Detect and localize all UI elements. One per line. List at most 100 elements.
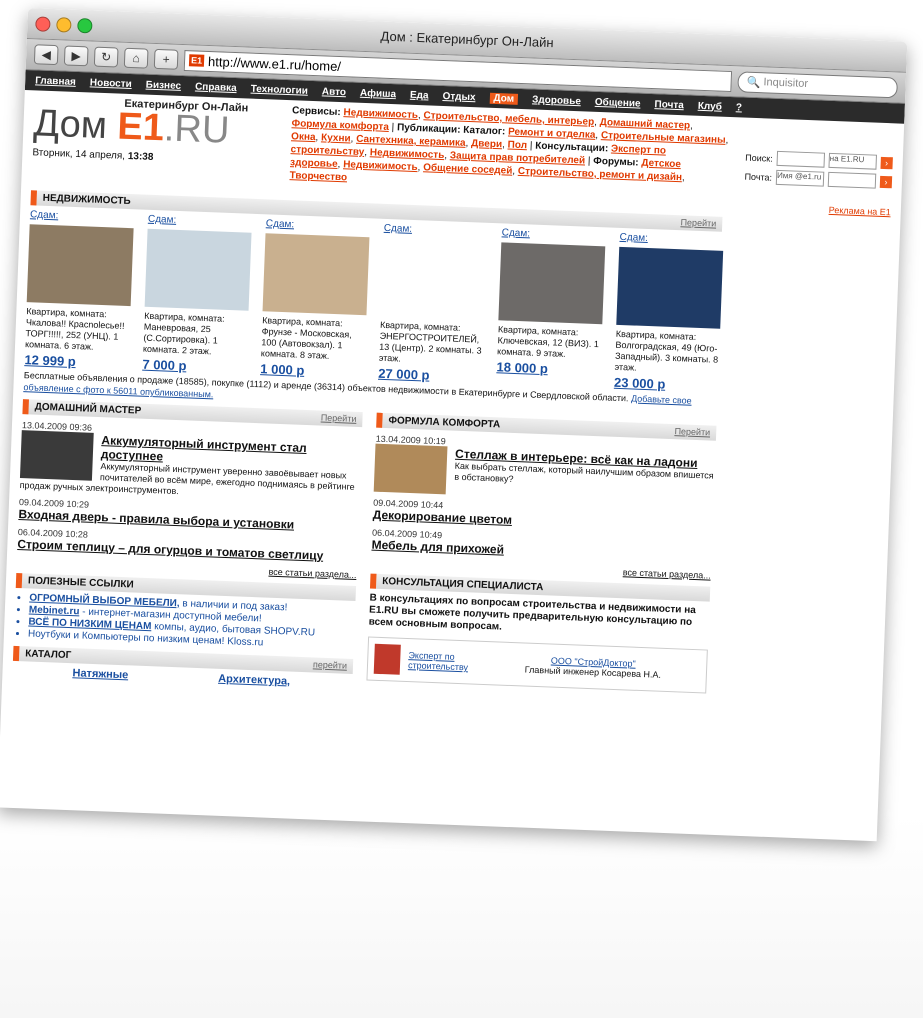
- service-link[interactable]: Формула комфорта: [291, 118, 389, 133]
- service-link[interactable]: Двери: [471, 138, 502, 150]
- realty-card[interactable]: Сдам: Квартира, комната: Маневровая, 25 …: [142, 214, 252, 374]
- search-field[interactable]: 🔍 Inquisitor: [737, 70, 898, 98]
- nav-item[interactable]: Новости: [90, 77, 132, 90]
- search-placeholder: Inquisitor: [763, 76, 809, 90]
- master-more-link[interactable]: Перейти: [321, 411, 357, 427]
- ad-link[interactable]: Реклама на E1: [743, 202, 891, 217]
- nav-item[interactable]: Почта: [654, 99, 684, 111]
- apartment-photo[interactable]: [144, 228, 252, 311]
- card-price[interactable]: 23 000 р: [614, 375, 718, 392]
- service-link[interactable]: Ремонт и отделка: [508, 127, 596, 141]
- card-tag[interactable]: Сдам:: [266, 218, 370, 233]
- nav-item[interactable]: Справка: [195, 81, 237, 94]
- catalog-more-link[interactable]: перейти: [313, 657, 348, 673]
- master-title: ДОМАШНИЙ МАСТЕР: [34, 401, 142, 417]
- card-price[interactable]: 18 000 р: [496, 359, 600, 376]
- card-tag[interactable]: Сдам:: [384, 223, 488, 238]
- add-bookmark-button[interactable]: +: [153, 48, 179, 70]
- card-desc: Квартира, комната: Маневровая, 25 (С.Сор…: [142, 310, 225, 357]
- card-price[interactable]: 12 999 р: [24, 352, 128, 369]
- apartment-photo[interactable]: [616, 246, 724, 329]
- expert-link[interactable]: Эксперт по строительству: [408, 650, 479, 673]
- nav-item[interactable]: Главная: [35, 75, 76, 88]
- nav-item[interactable]: Еда: [410, 89, 429, 101]
- search-label: Поиск:: [745, 152, 773, 164]
- realty-card[interactable]: Сдам: Квартира, комната: Чкалова!! Красn…: [24, 209, 134, 369]
- useful-links: ОГРОМНЫЙ ВЫБОР МЕБЕЛИ, в наличии и под з…: [28, 592, 356, 652]
- mail-password-input[interactable]: [827, 171, 877, 189]
- services-label: Консультации:: [534, 140, 609, 155]
- service-link[interactable]: Домашний мастер: [600, 117, 691, 131]
- services-label: Публикации:: [396, 122, 461, 136]
- article-thumbnail[interactable]: [373, 443, 448, 495]
- article-thumbnail[interactable]: [19, 430, 94, 481]
- card-tag[interactable]: Сдам:: [502, 227, 606, 242]
- window-reflection: [24, 799, 911, 1018]
- service-link[interactable]: Недвижимость: [370, 147, 445, 161]
- search-scope-select[interactable]: на E1.RU: [828, 152, 877, 170]
- nav-item[interactable]: Авто: [322, 86, 347, 98]
- service-link[interactable]: Недвижимость: [343, 107, 418, 121]
- nav-item[interactable]: Бизнес: [146, 79, 182, 91]
- nav-item[interactable]: Клуб: [698, 100, 722, 112]
- realty-card[interactable]: Сдам: Квартира, комната: ЭНЕРГОСТРОИТЕЛЕ…: [378, 223, 488, 383]
- consult-title: КОНСУЛЬТАЦИЯ СПЕЦИАЛИСТА: [382, 576, 544, 594]
- services-label: Сервисы:: [291, 105, 341, 119]
- card-price[interactable]: 7 000 р: [142, 357, 246, 374]
- site-search: Поиск: на E1.RU › Почта: Имя @e1.ru › Ре…: [743, 150, 893, 217]
- article-item: 13.04.2009 10:19 Стеллаж в интерьере: вс…: [373, 434, 716, 505]
- nav-item[interactable]: Отдых: [442, 90, 475, 102]
- card-tag[interactable]: Сдам:: [148, 214, 252, 229]
- stroydoctor-logo-icon: [373, 643, 401, 675]
- mail-go-button[interactable]: ›: [879, 175, 893, 188]
- comfort-title: ФОРМУЛА КОМФОРТА: [388, 415, 501, 431]
- realty-card[interactable]: Сдам: Квартира, комната: Волгоградская, …: [614, 232, 724, 392]
- service-link[interactable]: Недвижимость: [343, 159, 418, 173]
- card-tag[interactable]: Сдам:: [30, 209, 134, 224]
- mail-label: Почта:: [744, 171, 773, 183]
- logo-ru: .RU: [163, 107, 231, 152]
- services-block: Сервисы: Недвижимость, Строительство, ме…: [289, 105, 729, 184]
- nav-item[interactable]: Здоровье: [532, 94, 581, 107]
- catalog-item-architecture[interactable]: Архитектура,: [218, 673, 290, 688]
- realty-card[interactable]: Сдам: Квартира, комната: Фрунзе - Москов…: [260, 218, 370, 378]
- realty-more-link[interactable]: Перейти: [680, 215, 716, 231]
- search-go-button[interactable]: ›: [880, 156, 893, 169]
- comfort-articles: 13.04.2009 10:19 Стеллаж в интерьере: вс…: [371, 434, 715, 565]
- site-favicon-icon: E1: [188, 54, 205, 67]
- reload-button[interactable]: ↻: [93, 46, 119, 68]
- browser-window: Дом : Екатеринбург Он-Лайн ◀ ▶ ↻ ⌂ + E1 …: [0, 8, 908, 842]
- apartment-photo[interactable]: [498, 242, 606, 325]
- service-link[interactable]: Кухни: [321, 132, 351, 144]
- search-icon: 🔍: [746, 76, 764, 89]
- comfort-more-link[interactable]: Перейти: [674, 424, 710, 440]
- nav-help-icon[interactable]: ?: [736, 102, 743, 113]
- scene: Дом : Екатеринбург Он-Лайн ◀ ▶ ↻ ⌂ + E1 …: [0, 0, 923, 1018]
- master-articles: 13.04.2009 09:36 Аккумуляторный инструме…: [17, 420, 362, 564]
- card-price[interactable]: 1 000 р: [260, 361, 364, 378]
- service-link[interactable]: Общение соседей: [423, 162, 513, 176]
- consult-table: Эксперт по строительству ООО "СтройДокто…: [366, 636, 708, 694]
- back-button[interactable]: ◀: [33, 44, 59, 66]
- apartment-photo[interactable]: [262, 233, 370, 316]
- card-price[interactable]: 27 000 р: [378, 366, 482, 383]
- service-link[interactable]: Творчество: [289, 170, 347, 183]
- consult-text: В консультациях по вопросам строительств…: [368, 592, 696, 633]
- site-search-input[interactable]: [776, 150, 825, 168]
- apartment-photo[interactable]: [380, 237, 488, 320]
- realty-card[interactable]: Сдам: Квартира, комната: Ключевская, 12 …: [496, 227, 606, 387]
- service-link[interactable]: Окна: [291, 131, 316, 143]
- service-link[interactable]: Пол: [507, 140, 527, 152]
- logo-e1: E1: [116, 105, 165, 150]
- apartment-photo[interactable]: [26, 224, 134, 307]
- card-tag[interactable]: Сдам:: [619, 232, 723, 247]
- card-desc: Квартира, комната: ЭНЕРГОСТРОИТЕЛЕЙ, 13 …: [378, 319, 482, 364]
- nav-item[interactable]: Общение: [595, 96, 641, 109]
- nav-item[interactable]: Технологии: [250, 83, 308, 96]
- forward-button[interactable]: ▶: [63, 45, 89, 67]
- nav-item[interactable]: Афиша: [360, 87, 396, 99]
- mail-input[interactable]: Имя @e1.ru: [775, 169, 825, 187]
- nav-item[interactable]: Дом: [489, 92, 519, 105]
- home-button[interactable]: ⌂: [123, 47, 149, 69]
- catalog-item-ceilings[interactable]: Натяжные: [72, 667, 128, 681]
